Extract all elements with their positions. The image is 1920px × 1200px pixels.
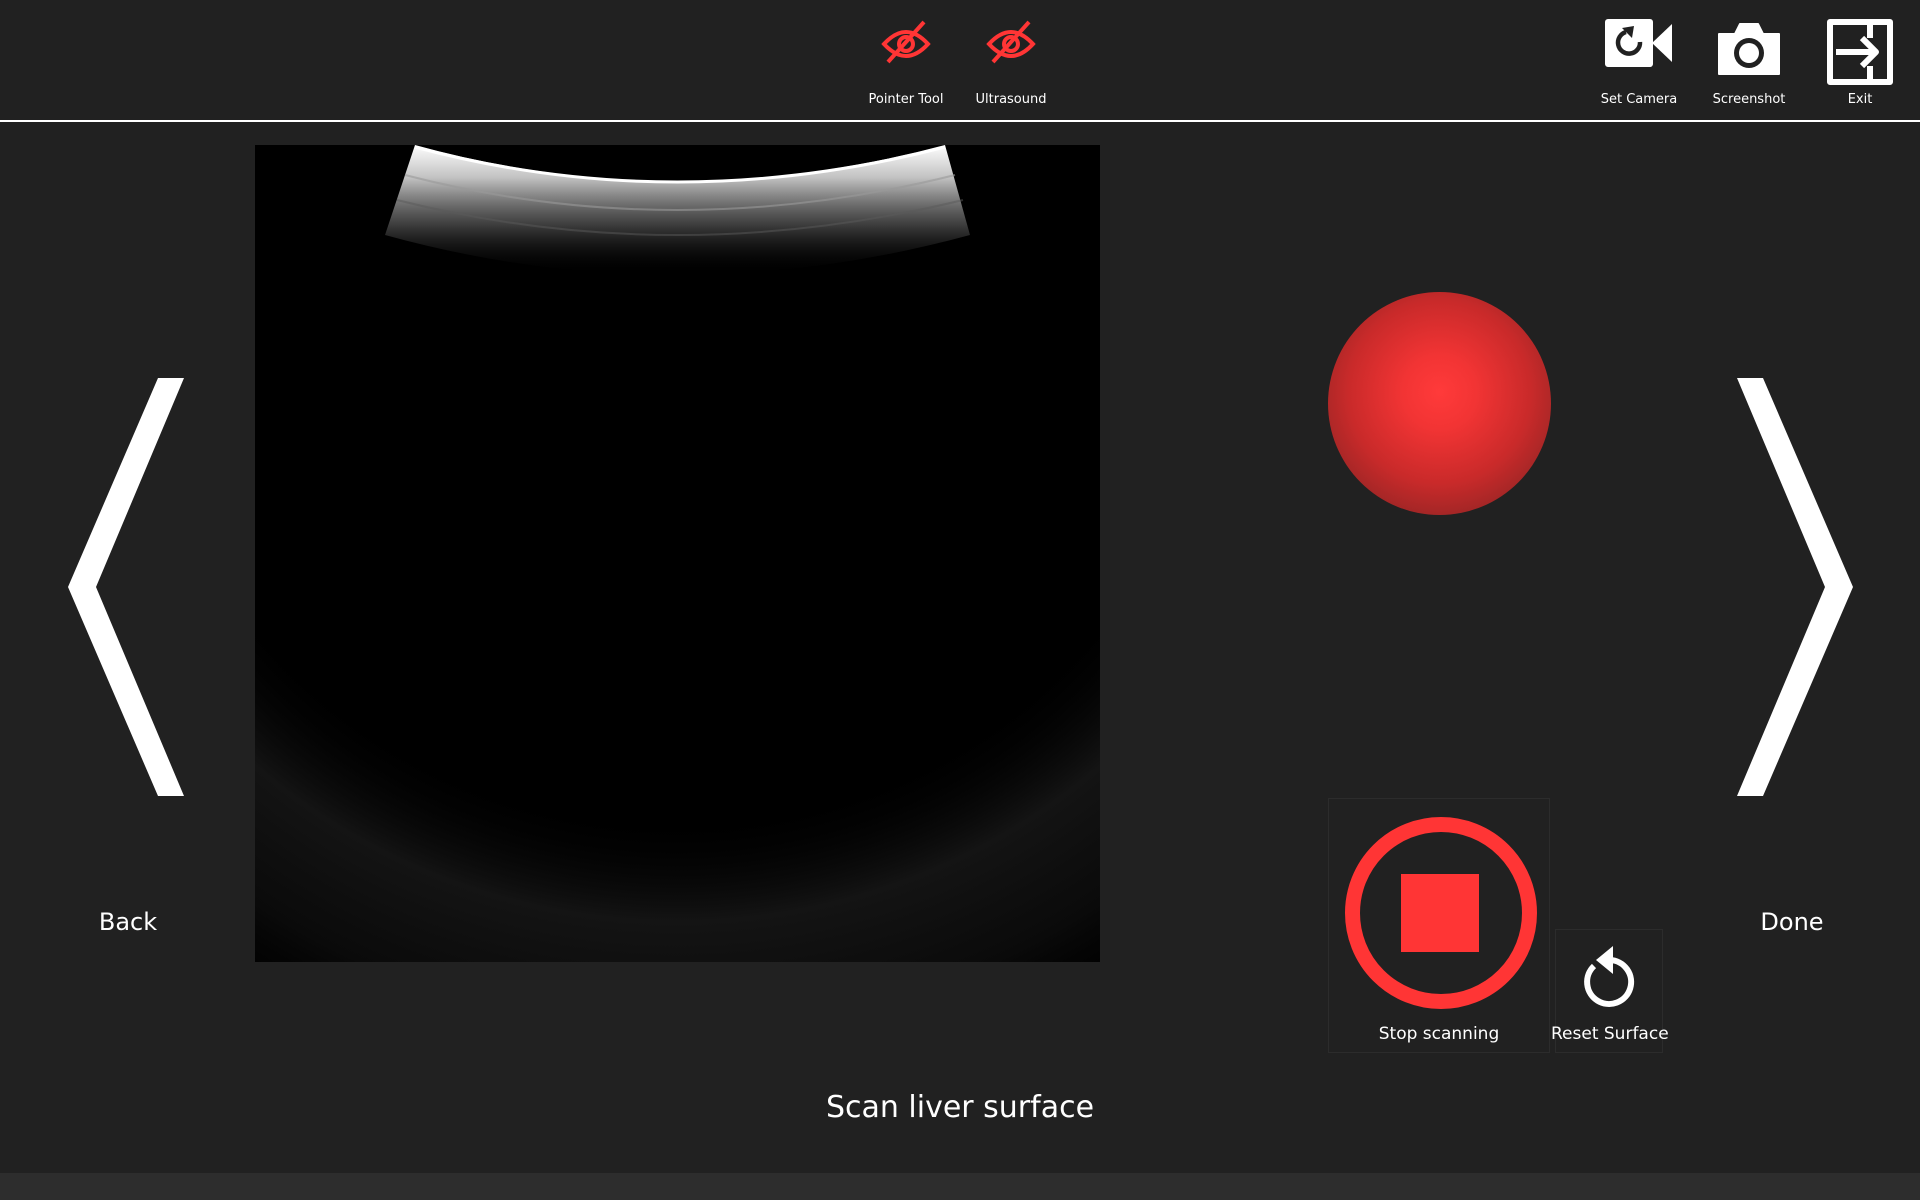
set-camera-button[interactable]: Set Camera [1589,10,1689,110]
back-label: Back [98,908,158,936]
reset-surface-button[interactable]: Reset Surface [1551,929,1669,1053]
instruction-text: Scan liver surface [825,1090,1095,1125]
pointer-tool-label: Pointer Tool [868,92,944,107]
done-button[interactable] [1735,378,1853,800]
reset-surface-label: Reset Surface [1551,1024,1669,1044]
scanning-status-indicator [1328,292,1551,515]
chevron-right-icon [1737,378,1853,796]
done-label: Done [1760,908,1824,936]
screenshot-button[interactable]: Screenshot [1699,10,1799,110]
toolbar-divider [0,120,1920,122]
toolbar: Pointer Tool Ultrasound Set Camera Scree… [0,0,1920,120]
stop-scanning-label: Stop scanning [1378,1024,1500,1044]
ultrasound-toggle[interactable]: Ultrasound [961,10,1061,110]
pointer-tool-toggle[interactable]: Pointer Tool [856,10,956,110]
camera-icon [1715,18,1783,80]
chevron-left-icon [68,378,184,796]
ultrasound-label: Ultrasound [975,92,1047,107]
stop-icon [1401,874,1479,952]
exit-icon [1826,18,1894,90]
stop-scanning-button[interactable]: Stop scanning [1328,798,1550,1053]
eye-slash-icon [985,18,1037,70]
set-camera-label: Set Camera [1600,92,1678,107]
exit-button[interactable]: Exit [1810,10,1910,110]
back-button[interactable] [68,378,186,800]
ultrasound-image [255,145,1100,962]
camera-reset-icon [1604,18,1674,72]
exit-label: Exit [1847,92,1873,107]
screenshot-label: Screenshot [1712,92,1786,107]
bottom-bar [0,1173,1920,1200]
rotate-ccw-icon [1580,940,1640,1014]
eye-slash-icon [880,18,932,70]
app-window: Pointer Tool Ultrasound Set Camera Scree… [0,0,1920,1200]
